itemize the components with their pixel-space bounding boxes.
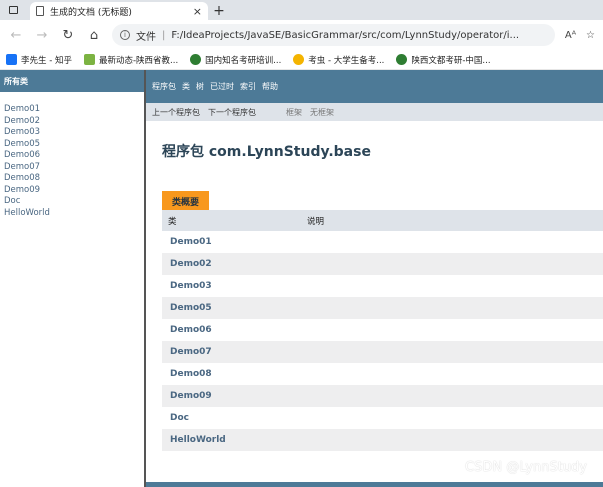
site-favicon-icon: [190, 54, 202, 65]
class-link[interactable]: Doc: [4, 196, 144, 208]
class-link[interactable]: Demo05: [162, 303, 307, 313]
back-icon[interactable]: ←: [8, 27, 24, 43]
class-link[interactable]: Demo07: [4, 162, 144, 174]
favorite-star-icon[interactable]: ☆: [586, 30, 595, 41]
address-bar-row: ← → ↻ ⌂ i 文件 | F:/IdeaProjects/JavaSE/Ba…: [0, 20, 603, 50]
nav-index[interactable]: 索引: [240, 81, 256, 92]
class-link[interactable]: Demo09: [162, 391, 307, 401]
class-link[interactable]: Demo07: [162, 347, 307, 357]
tab-title: 生成的文档 (无标题): [50, 7, 132, 18]
class-link[interactable]: Demo06: [162, 325, 307, 335]
edu-favicon-icon: [83, 54, 95, 65]
class-link[interactable]: Doc: [162, 413, 307, 423]
read-aloud-icon[interactable]: Aᴬ: [565, 30, 576, 41]
nav-class[interactable]: 类: [182, 81, 190, 92]
bookmark-item[interactable]: 国内知名考研培训...: [190, 54, 281, 66]
nav-deprecated[interactable]: 已过时: [210, 81, 234, 92]
package-frame: 程序包 类 树 已过时 索引 帮助 上一个程序包 下一个程序包 框架 无框架 程…: [146, 70, 603, 487]
url-separator: |: [162, 29, 166, 41]
class-link[interactable]: Demo08: [4, 173, 144, 185]
column-header-description: 说明: [307, 216, 325, 227]
class-link[interactable]: Demo06: [4, 150, 144, 162]
zhihu-favicon-icon: [6, 54, 17, 65]
page-title: 程序包 com.LynnStudy.base: [162, 144, 371, 160]
url-prefix: 文件: [136, 31, 156, 43]
home-icon[interactable]: ⌂: [86, 27, 102, 43]
table-header: 类 说明: [162, 210, 603, 231]
nav-package[interactable]: 程序包: [152, 81, 176, 92]
bottom-nav-bar: [146, 482, 603, 487]
window-menu-icon[interactable]: [0, 0, 26, 20]
nav-help[interactable]: 帮助: [262, 81, 278, 92]
frames-link[interactable]: 框架: [286, 107, 302, 118]
class-link[interactable]: Demo08: [162, 369, 307, 379]
table-row: Demo05: [162, 297, 603, 319]
reload-icon[interactable]: ↻: [60, 27, 76, 43]
class-summary-caption: 类概要: [162, 191, 210, 210]
bookmark-item[interactable]: 李先生 - 知乎: [6, 54, 72, 66]
watermark: CSDN @LynnStudy: [465, 460, 587, 475]
javadoc-frames: 所有类 Demo01 Demo02 Demo03 Demo05 Demo06 D…: [0, 70, 603, 487]
class-link[interactable]: Demo03: [4, 127, 144, 139]
table-row: Demo01: [162, 231, 603, 253]
tab-strip: 生成的文档 (无标题) × +: [0, 0, 603, 20]
all-classes-header: 所有类: [0, 70, 144, 92]
class-link[interactable]: HelloWorld: [4, 208, 144, 220]
no-frames-link[interactable]: 无框架: [310, 107, 334, 118]
class-link[interactable]: Demo02: [4, 116, 144, 128]
bookmarks-bar: 李先生 - 知乎 最新动态-陕西省教... 国内知名考研培训... 考虫 - 大…: [0, 50, 603, 70]
table-row: Demo09: [162, 385, 603, 407]
browser-tab[interactable]: 生成的文档 (无标题) ×: [30, 2, 208, 20]
site-favicon-icon: [396, 54, 408, 65]
class-link[interactable]: Demo01: [162, 237, 307, 247]
info-icon[interactable]: i: [120, 30, 130, 40]
forward-icon[interactable]: →: [34, 27, 50, 43]
table-row: Demo06: [162, 319, 603, 341]
class-link[interactable]: Demo03: [162, 281, 307, 291]
class-link[interactable]: Demo05: [4, 139, 144, 151]
bookmark-item[interactable]: 考虫 - 大学生备考...: [293, 54, 384, 66]
nav-tree[interactable]: 树: [196, 81, 204, 92]
class-link[interactable]: Demo02: [162, 259, 307, 269]
prev-package-link[interactable]: 上一个程序包: [152, 107, 200, 118]
class-list: Demo01 Demo02 Demo03 Demo05 Demo06 Demo0…: [0, 92, 144, 219]
close-tab-icon[interactable]: ×: [193, 5, 202, 18]
table-row: Demo03: [162, 275, 603, 297]
table-row: Demo02: [162, 253, 603, 275]
all-classes-frame: 所有类 Demo01 Demo02 Demo03 Demo05 Demo06 D…: [0, 70, 146, 487]
page-icon: [36, 6, 44, 16]
url-path: F:/IdeaProjects/JavaSE/BasicGrammar/src/…: [171, 29, 520, 41]
sub-nav-bar: 上一个程序包 下一个程序包 框架 无框架: [146, 103, 603, 121]
table-row: Doc: [162, 407, 603, 429]
bookmark-item[interactable]: 陕西文都考研-中国...: [396, 54, 491, 66]
column-header-class: 类: [168, 216, 177, 227]
class-link[interactable]: Demo09: [4, 185, 144, 197]
next-package-link[interactable]: 下一个程序包: [208, 107, 256, 118]
address-input[interactable]: i 文件 | F:/IdeaProjects/JavaSE/BasicGramm…: [112, 24, 555, 46]
table-row: HelloWorld: [162, 429, 603, 451]
class-link[interactable]: Demo01: [4, 104, 144, 116]
class-summary-table: 类概要 类 说明 Demo01 Demo02 Demo03 Demo05 Dem…: [162, 191, 603, 451]
kaochong-favicon-icon: [293, 54, 305, 65]
table-row: Demo08: [162, 363, 603, 385]
new-tab-button[interactable]: +: [208, 2, 230, 20]
class-link[interactable]: HelloWorld: [162, 435, 307, 445]
top-nav-bar: 程序包 类 树 已过时 索引 帮助: [146, 70, 603, 103]
table-row: Demo07: [162, 341, 603, 363]
bookmark-item[interactable]: 最新动态-陕西省教...: [83, 54, 178, 66]
